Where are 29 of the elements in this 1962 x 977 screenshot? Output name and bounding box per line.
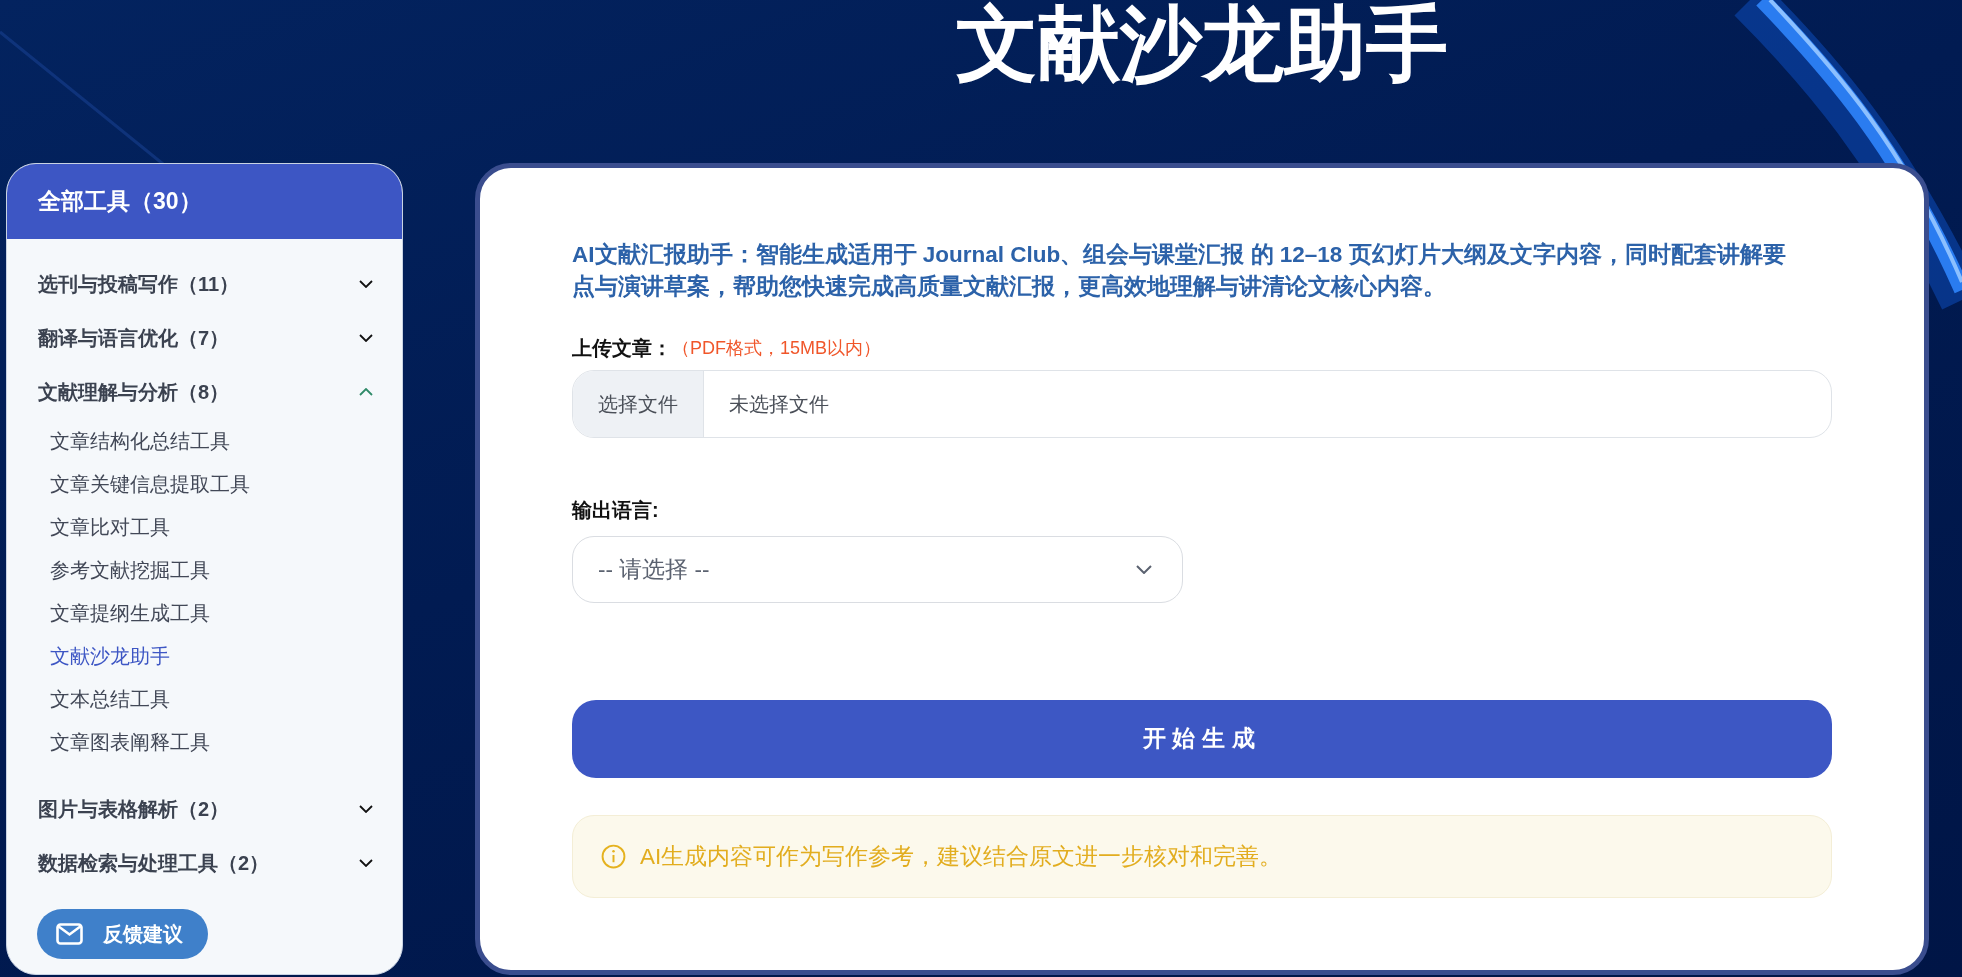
- info-icon: [601, 844, 626, 869]
- file-status-text: 未选择文件: [729, 392, 829, 417]
- upload-hint: （PDF格式，15MB以内）: [672, 336, 882, 360]
- category-toggle[interactable]: 选刊与投稿写作（11）: [7, 257, 402, 311]
- chevron-down-icon: [1136, 565, 1152, 574]
- tool-link[interactable]: 文章图表阐释工具: [7, 720, 402, 763]
- page-title: 文献沙龙助手: [956, 0, 1448, 91]
- feedback-button[interactable]: 反馈建议: [37, 909, 208, 959]
- upload-label: 上传文章：: [572, 336, 672, 361]
- tool-link[interactable]: 文章比对工具: [7, 505, 402, 548]
- tool-link[interactable]: 文本总结工具: [7, 677, 402, 720]
- tool-link[interactable]: 文章关键信息提取工具: [7, 462, 402, 505]
- generate-button[interactable]: 开始生成: [572, 700, 1832, 778]
- choose-file-button[interactable]: 选择文件: [573, 371, 704, 437]
- tool-link[interactable]: 文章提纲生成工具: [7, 591, 402, 634]
- notice-text: AI生成内容可作为写作参考，建议结合原文进一步核对和完善。: [640, 842, 1283, 871]
- mail-icon: [56, 923, 83, 945]
- category-toggle[interactable]: 数据检索与处理工具（2）: [7, 836, 402, 890]
- sidebar-header: 全部工具（30）: [7, 164, 402, 239]
- tool-link[interactable]: 文章结构化总结工具: [7, 419, 402, 462]
- tool-link[interactable]: 参考文献挖掘工具: [7, 548, 402, 591]
- language-label: 输出语言:: [572, 498, 659, 523]
- language-select[interactable]: -- 请选择 --: [572, 536, 1183, 603]
- tool-link[interactable]: 文献沙龙助手: [7, 634, 402, 677]
- tool-description: AI文献汇报助手：智能生成适用于 Journal Club、组会与课堂汇报 的 12–18 页幻灯片大纲及文字内容，同时配套讲解要点与演讲草案，帮助您快速完成高质量文献汇报，更高效地理解与讲清论文核心内容。: [572, 241, 1787, 301]
- category-toggle[interactable]: 图片与表格解析（2）: [7, 782, 402, 836]
- category-toggle[interactable]: 翻译与语言优化（7）: [7, 311, 402, 365]
- file-upload-field[interactable]: 选择文件 未选择文件: [572, 370, 1832, 438]
- category-toggle[interactable]: 文献理解与分析（8）: [7, 365, 402, 419]
